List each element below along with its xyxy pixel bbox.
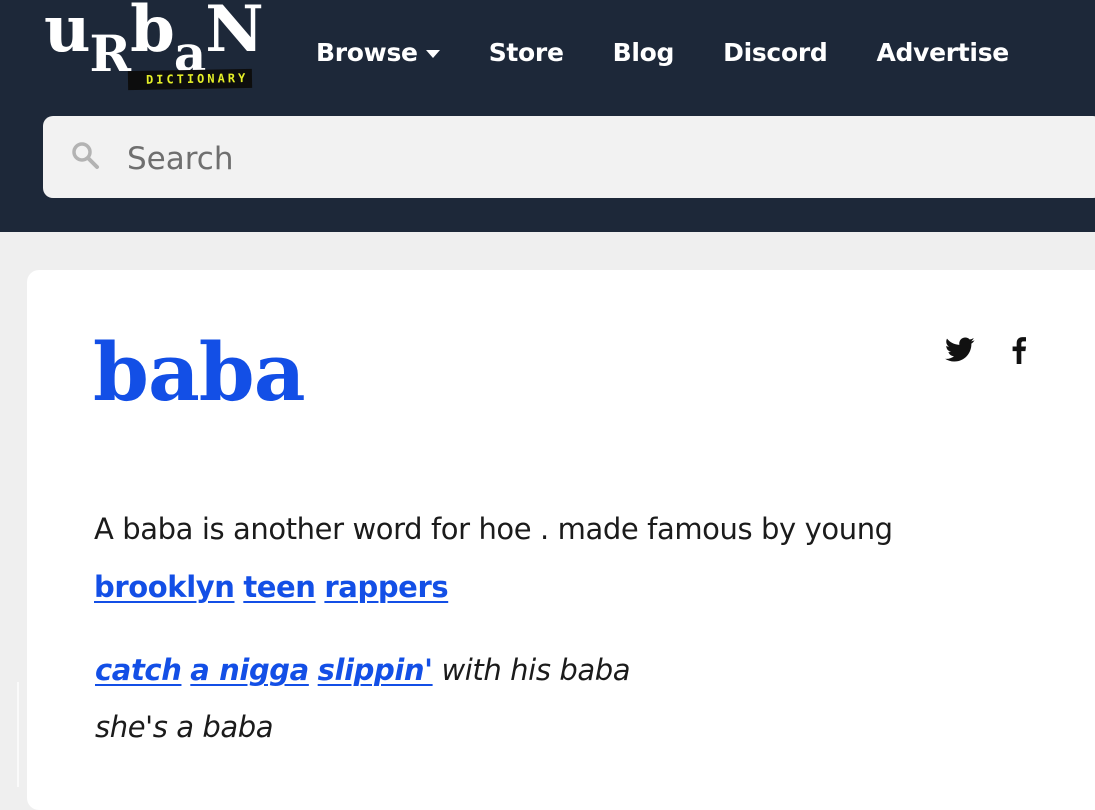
search-input[interactable] (125, 134, 1029, 184)
left-edge (17, 682, 19, 787)
link-teen[interactable]: teen (243, 570, 316, 604)
nav-advertise-label: Advertise (876, 37, 1009, 67)
logo-tagline: DICTIONARY (127, 68, 253, 91)
nav-advertise[interactable]: Advertise (876, 37, 1009, 67)
nav-store-label: Store (488, 37, 564, 67)
definition-example: catch a nigga slippin' with his baba she… (95, 642, 1025, 756)
link-catch[interactable]: catch (95, 653, 182, 687)
nav-blog[interactable]: Blog (613, 38, 675, 67)
urban-dictionary-logo[interactable]: uRbaN DICTIONARY (44, 0, 294, 94)
nav-browse-label: Browse (316, 37, 418, 67)
search-icon (72, 142, 99, 169)
nav-store[interactable]: Store (489, 38, 564, 67)
link-slippin[interactable]: slippin' (318, 653, 433, 687)
definition-card: baba A baba is another word for hoe . ma… (27, 270, 1095, 810)
twitter-icon[interactable] (945, 336, 975, 364)
nav-blog-label: Blog (612, 37, 675, 67)
nav-discord-label: Discord (723, 37, 828, 67)
example-line2: she's a baba (95, 710, 274, 744)
link-rappers[interactable]: rappers (324, 570, 448, 604)
link-a-nigga[interactable]: a nigga (190, 653, 309, 687)
chevron-down-icon (425, 50, 440, 58)
link-brooklyn[interactable]: brooklyn (94, 570, 235, 604)
definition-meaning: A baba is another word for hoe . made fa… (94, 500, 1024, 616)
word-title[interactable]: baba (93, 332, 306, 412)
main-nav: Browse Store Blog Discord Advertise (316, 34, 1058, 70)
meaning-text: A baba is another word for hoe . made fa… (94, 512, 893, 546)
search-bar[interactable] (43, 116, 1095, 198)
nav-browse[interactable]: Browse (316, 38, 440, 67)
example-line1-rest: with his baba (441, 653, 631, 687)
nav-discord[interactable]: Discord (723, 37, 828, 67)
site-header: uRbaN DICTIONARY Browse Store Blog Disco… (0, 0, 1095, 232)
logo-word: uRbaN (44, 0, 264, 83)
facebook-icon[interactable] (1011, 336, 1027, 364)
